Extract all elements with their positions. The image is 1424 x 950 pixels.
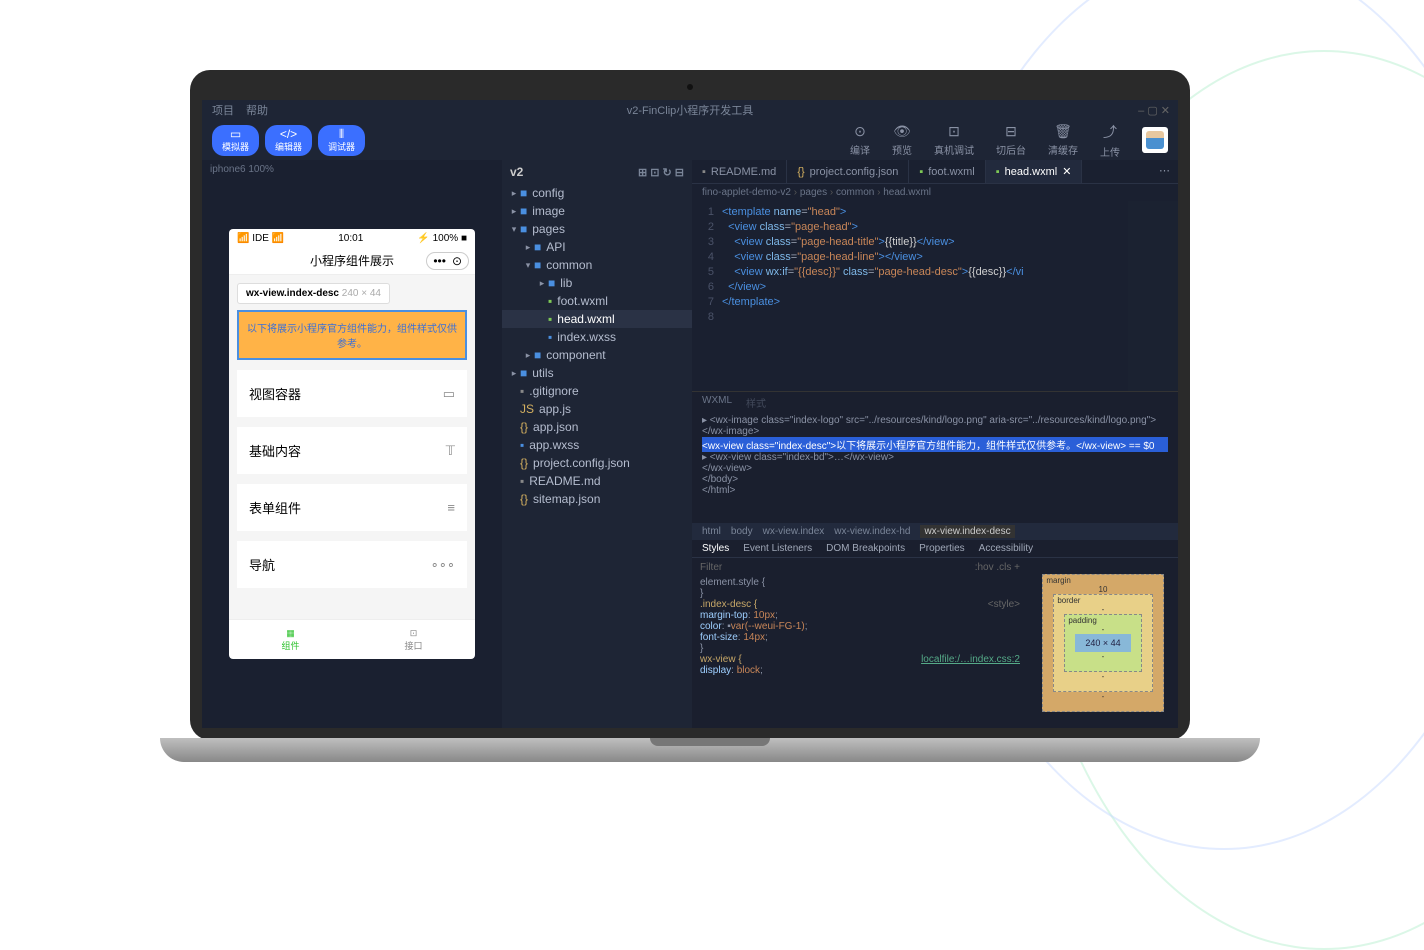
app-title: 小程序组件展示 [310, 252, 394, 269]
preview-button[interactable]: 👁预览 [892, 123, 912, 157]
tab-components[interactable]: ▦组件 [229, 620, 352, 659]
list-item[interactable]: 视图容器▭ [237, 370, 467, 417]
mode-simulator[interactable]: ▭模拟器 [212, 125, 259, 156]
folder-image[interactable]: ▸■image [502, 202, 692, 220]
styles-pane[interactable]: Filter:hov .cls + element.style { } .ind… [692, 558, 1028, 728]
status-carrier: 📶 IDE 📶 [237, 233, 284, 244]
status-battery: ⚡ 100% ■ [417, 233, 467, 244]
tab-head-wxml[interactable]: ▪head.wxml✕ [986, 160, 1083, 183]
titlebar: 项目 帮助 v2-FinClip小程序开发工具 – ▢ ✕ [202, 100, 1178, 120]
compile-button[interactable]: ⊙编译 [850, 123, 870, 157]
file-readme[interactable]: ▪README.md [502, 472, 692, 490]
file-sitemap[interactable]: {} sitemap.json [502, 490, 692, 508]
subtab-listeners[interactable]: Event Listeners [743, 543, 812, 554]
devtools-tab-wxml[interactable]: WXML [702, 395, 732, 410]
subtab-styles[interactable]: Styles [702, 543, 729, 554]
window-controls[interactable]: – ▢ ✕ [1138, 104, 1178, 117]
close-icon[interactable]: ✕ [1062, 165, 1071, 178]
avatar[interactable] [1142, 127, 1168, 153]
dom-path[interactable]: htmlbodywx-view.indexwx-view.index-hdwx-… [692, 523, 1178, 540]
file-app-js[interactable]: JS app.js [502, 400, 692, 418]
file-app-json[interactable]: {} app.json [502, 418, 692, 436]
simulator-panel: iphone6 100% 📶 IDE 📶 10:01 ⚡ 100% ■ 小程序组… [202, 160, 502, 728]
list-item[interactable]: 表单组件≡ [237, 484, 467, 531]
dom-tree[interactable]: ▸ <wx-image class="index-logo" src="../r… [692, 413, 1178, 523]
highlighted-element: 以下将展示小程序官方组件能力，组件样式仅供参考。 [237, 310, 467, 360]
toolbar: ▭模拟器 </>编辑器 ⫴调试器 ⊙编译 👁预览 ⊡真机调试 ⊟切后台 🗑清缓存… [202, 120, 1178, 160]
file-foot-wxml[interactable]: ▪foot.wxml [502, 292, 692, 310]
mode-editor[interactable]: </>编辑器 [265, 125, 312, 156]
remote-debug-button[interactable]: ⊡真机调试 [934, 123, 974, 157]
menu-help[interactable]: 帮助 [246, 102, 268, 118]
upload-button[interactable]: ⤴上传 [1100, 122, 1120, 159]
folder-common[interactable]: ▾■common [502, 256, 692, 274]
menu-project[interactable]: 项目 [212, 102, 234, 118]
phone-preview[interactable]: 📶 IDE 📶 10:01 ⚡ 100% ■ 小程序组件展示 •••⊙ wx-v… [229, 229, 475, 659]
clear-cache-button[interactable]: 🗑清缓存 [1048, 123, 1078, 157]
capsule-menu[interactable]: •••⊙ [426, 252, 469, 270]
code-editor[interactable]: 12345678 <template name="head"> <view cl… [692, 201, 1178, 391]
folder-utils[interactable]: ▸■utils [502, 364, 692, 382]
editor-area: ▪README.md {}project.config.json ▪foot.w… [692, 160, 1178, 728]
file-head-wxml[interactable]: ▪head.wxml [502, 310, 692, 328]
file-app-wxss[interactable]: ▪app.wxss [502, 436, 692, 454]
folder-component[interactable]: ▸■component [502, 346, 692, 364]
inspect-tooltip: wx-view.index-desc 240 × 44 [237, 283, 390, 304]
file-explorer: v2 ⊞ ⊡ ↻ ⊟ ▸■config ▸■image ▾■pages ▸■AP… [502, 160, 692, 728]
box-model: margin10 border- padding- 240 × 44 - - - [1028, 558, 1178, 728]
device-label: iphone6 100% [202, 160, 502, 179]
breadcrumb[interactable]: fino-applet-demo-v2pagescommonhead.wxml [692, 184, 1178, 201]
window-title: v2-FinClip小程序开发工具 [627, 102, 754, 118]
subtab-accessibility[interactable]: Accessibility [979, 543, 1033, 554]
tab-project-config[interactable]: {}project.config.json [787, 160, 909, 183]
tab-readme[interactable]: ▪README.md [692, 160, 787, 183]
subtab-properties[interactable]: Properties [919, 543, 965, 554]
folder-pages[interactable]: ▾■pages [502, 220, 692, 238]
file-index-wxss[interactable]: ▪index.wxss [502, 328, 692, 346]
tabs-more-icon[interactable]: ⋯ [1151, 160, 1178, 183]
list-item[interactable]: 导航∘∘∘ [237, 541, 467, 588]
minimap[interactable] [1128, 201, 1178, 391]
folder-api[interactable]: ▸■API [502, 238, 692, 256]
file-gitignore[interactable]: ▪.gitignore [502, 382, 692, 400]
devtools-panel: WXML样式 ▸ <wx-image class="index-logo" sr… [692, 391, 1178, 728]
background-button[interactable]: ⊟切后台 [996, 123, 1026, 157]
mode-debugger[interactable]: ⫴调试器 [318, 125, 365, 156]
explorer-actions[interactable]: ⊞ ⊡ ↻ ⊟ [638, 166, 684, 179]
folder-lib[interactable]: ▸■lib [502, 274, 692, 292]
filter-input[interactable]: Filter [700, 562, 722, 573]
project-root[interactable]: v2 [510, 165, 523, 179]
list-item[interactable]: 基础内容𝕋 [237, 427, 467, 474]
subtab-breakpoints[interactable]: DOM Breakpoints [826, 543, 905, 554]
status-time: 10:01 [338, 233, 363, 244]
laptop-frame: 项目 帮助 v2-FinClip小程序开发工具 – ▢ ✕ ▭模拟器 </>编辑… [160, 70, 1220, 780]
file-project-config[interactable]: {} project.config.json [502, 454, 692, 472]
tab-api[interactable]: ⊡接口 [352, 620, 475, 659]
tab-foot-wxml[interactable]: ▪foot.wxml [909, 160, 985, 183]
ide-window: 项目 帮助 v2-FinClip小程序开发工具 – ▢ ✕ ▭模拟器 </>编辑… [202, 100, 1178, 728]
folder-config[interactable]: ▸■config [502, 184, 692, 202]
